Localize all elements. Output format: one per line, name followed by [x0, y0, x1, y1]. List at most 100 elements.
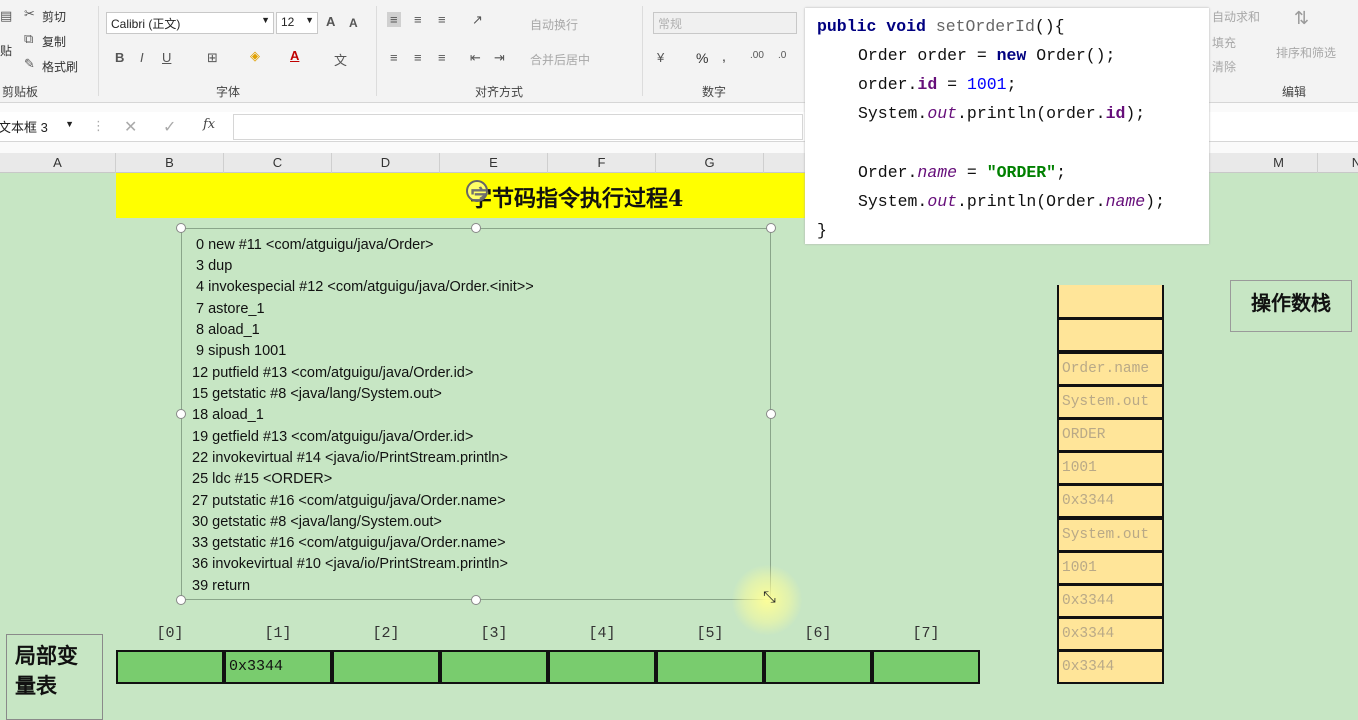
format-painter-icon[interactable]: ✎ [24, 56, 35, 72]
enter-icon[interactable]: ✓ [163, 117, 176, 137]
wrap-text-button[interactable]: 自动换行 [530, 16, 578, 33]
resize-cursor-icon: ⤡ [763, 589, 776, 606]
underline-icon[interactable]: U [162, 50, 171, 65]
cut-button[interactable]: 剪切 [42, 8, 66, 25]
comma-button[interactable]: , [722, 48, 726, 64]
local-var-slot[interactable] [548, 650, 656, 684]
resize-handle[interactable] [471, 595, 481, 605]
bytecode-line: 12 putfield #13 <com/atguigu/java/Order.… [192, 365, 474, 381]
insert-function-icon[interactable]: fx [203, 117, 215, 132]
operand-stack-label[interactable]: 操作数栈 [1230, 280, 1352, 332]
operand-stack-cell[interactable]: 0x3344 [1057, 650, 1164, 684]
column-header-e[interactable]: E [440, 153, 548, 173]
bold-icon[interactable]: B [115, 50, 124, 65]
local-var-slot[interactable] [872, 650, 980, 684]
cut-icon[interactable]: ✂ [24, 6, 35, 22]
copy-button[interactable]: 复制 [42, 33, 66, 50]
operand-stack-cell[interactable]: ORDER [1057, 418, 1164, 452]
bytecode-line: 25 ldc #15 <ORDER> [192, 471, 333, 487]
local-var-slot[interactable] [332, 650, 440, 684]
column-header-c[interactable]: C [224, 153, 332, 173]
resize-handle[interactable] [176, 595, 186, 605]
resize-handle[interactable] [176, 409, 186, 419]
column-header-b[interactable]: B [116, 153, 224, 173]
operand-stack-cell[interactable]: System.out [1057, 385, 1164, 419]
align-bottom-icon[interactable]: ≡ [438, 12, 446, 27]
merge-center-button[interactable]: 合并后居中 [530, 51, 590, 68]
code-text: ; [1006, 75, 1017, 94]
more-icon: ⋮ [92, 118, 105, 133]
operand-stack-cell[interactable]: 1001 [1057, 451, 1164, 485]
align-right-icon[interactable]: ≡ [438, 50, 446, 65]
local-vars-label[interactable]: 局部变 量表 [6, 634, 103, 720]
column-header-a[interactable]: A [0, 153, 116, 173]
operand-stack-cell[interactable] [1057, 318, 1164, 352]
resize-handle[interactable] [176, 223, 186, 233]
align-top-icon[interactable]: ≡ [387, 12, 401, 27]
border-icon[interactable]: ⊞ [207, 50, 218, 66]
operand-stack-cell[interactable]: 0x3344 [1057, 617, 1164, 651]
align-center-icon[interactable]: ≡ [414, 50, 422, 65]
local-var-slot[interactable] [764, 650, 872, 684]
operand-stack-cell[interactable]: System.out [1057, 518, 1164, 552]
bytecode-line: 19 getfield #13 <com/atguigu/java/Order.… [192, 429, 474, 445]
orientation-icon[interactable]: ↗ [472, 12, 483, 28]
bytecode-line: 33 getstatic #16 <com/atguigu/java/Order… [192, 535, 506, 551]
local-var-slot[interactable]: 0x3344 [224, 650, 332, 684]
increase-indent-icon[interactable]: ⇥ [494, 50, 505, 66]
column-header-f[interactable]: F [548, 153, 656, 173]
copy-icon[interactable]: ⧉ [24, 31, 33, 47]
font-name-select[interactable]: Calibri (正文) ▼ [106, 12, 274, 34]
currency-icon[interactable]: ¥ [657, 50, 664, 65]
column-header-d[interactable]: D [332, 153, 440, 173]
chevron-down-icon: ▼ [305, 15, 314, 25]
chevron-down-icon: ▼ [65, 119, 74, 129]
local-var-index: [4] [588, 625, 616, 642]
sort-filter-button[interactable]: 排序和筛选 [1276, 44, 1336, 61]
operand-stack-cell[interactable]: 0x3344 [1057, 484, 1164, 518]
paste-icon[interactable]: ▤ [0, 8, 12, 24]
fill-button[interactable]: 填充 [1212, 34, 1236, 51]
number-format-select[interactable]: 常规 [653, 12, 797, 34]
column-header-g[interactable]: G [656, 153, 764, 173]
decrease-decimal-icon[interactable]: .0 [778, 50, 786, 61]
align-left-icon[interactable]: ≡ [390, 50, 398, 65]
column-header-n[interactable]: N [1318, 153, 1358, 173]
bytecode-line: 0 new #11 <com/atguigu/java/Order> [196, 237, 434, 253]
column-header-m[interactable]: M [1240, 153, 1318, 173]
align-middle-icon[interactable]: ≡ [414, 12, 422, 27]
local-var-slot[interactable] [116, 650, 224, 684]
bytecode-textbox[interactable]: 0 new #11 <com/atguigu/java/Order> 3 dup… [181, 228, 771, 600]
grow-font-icon[interactable]: A [326, 14, 335, 29]
resize-handle[interactable] [471, 223, 481, 233]
autosum-button[interactable]: 自动求和 [1212, 8, 1260, 25]
operand-stack-cell[interactable]: 0x3344 [1057, 584, 1164, 618]
cancel-icon[interactable]: ✕ [124, 117, 137, 137]
rotate-handle-icon[interactable] [466, 180, 488, 202]
percent-button[interactable]: % [696, 50, 708, 66]
fill-color-icon[interactable]: ◈ [250, 48, 260, 64]
local-var-slot[interactable] [440, 650, 548, 684]
sheet-title[interactable]: 字节码指令执行过程4 [470, 181, 683, 213]
local-var-slot[interactable] [656, 650, 764, 684]
resize-handle[interactable] [766, 409, 776, 419]
decrease-indent-icon[interactable]: ⇤ [470, 50, 481, 66]
name-box[interactable]: 文本框 3 ▼ [0, 115, 78, 139]
font-size-select[interactable]: 12 ▼ [276, 12, 318, 34]
operand-stack-cell[interactable]: 1001 [1057, 551, 1164, 585]
font-color-icon[interactable]: A [290, 48, 299, 63]
italic-icon[interactable]: I [140, 50, 144, 65]
paste-label[interactable]: 贴 [0, 42, 12, 59]
operand-stack-cell[interactable]: Order.name [1057, 352, 1164, 386]
resize-handle[interactable] [766, 223, 776, 233]
format-painter-button[interactable]: 格式刷 [42, 58, 78, 75]
shrink-font-icon[interactable]: A [349, 16, 358, 30]
title-band[interactable] [116, 173, 806, 218]
operand-stack-cell[interactable] [1057, 285, 1164, 319]
increase-decimal-icon[interactable]: .00 [750, 50, 764, 61]
code-keyword: public void [817, 17, 926, 36]
sort-filter-icon[interactable]: ⇅ [1294, 8, 1309, 29]
phonetic-icon[interactable]: 文 [334, 50, 347, 69]
clear-button[interactable]: 清除 [1212, 58, 1236, 75]
formula-input[interactable] [233, 114, 803, 140]
